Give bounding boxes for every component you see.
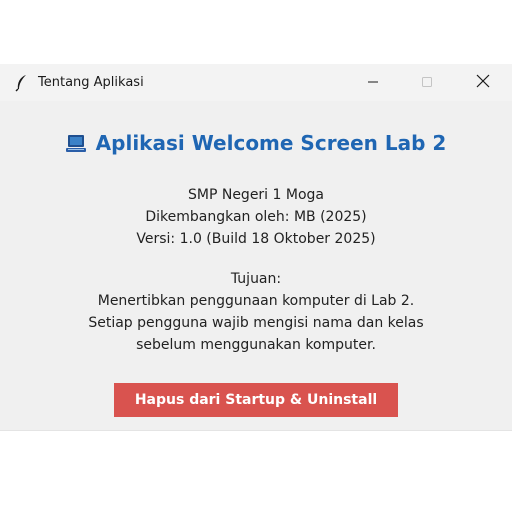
title-bar[interactable]: Tentang Aplikasi [0,64,512,101]
feather-icon [14,74,30,92]
purpose-line: Setiap pengguna wajib mengisi nama dan k… [88,315,424,331]
purpose-line: Menertibkan penggunaan komputer di Lab 2… [97,293,415,309]
minimize-button[interactable] [350,64,396,101]
school-name: SMP Negeri 1 Moga [187,187,324,203]
app-heading: Aplikasi Welcome Screen Lab 2 [0,128,512,158]
app-title: Aplikasi Welcome Screen Lab 2 [95,131,447,155]
version-text: Versi: 1.0 (Build 18 Oktober 2025) [136,231,376,247]
computer-icon [65,132,86,154]
close-icon [476,73,490,92]
minimize-icon [367,73,379,92]
purpose-section: Tujuan: Menertibkan penggunaan komputer … [0,268,512,356]
app-info: SMP Negeri 1 Moga Dikembangkan oleh: MB … [0,184,512,250]
uninstall-button[interactable]: Hapus dari Startup & Uninstall [114,383,398,417]
maximize-button[interactable] [404,64,450,101]
maximize-icon [421,73,433,92]
developer-text: Dikembangkan oleh: MB (2025) [145,209,367,225]
close-button[interactable] [460,64,506,101]
about-window: Tentang Aplikasi Aplikasi Welcome Screen… [0,64,512,431]
window-title: Tentang Aplikasi [38,75,144,90]
purpose-title: Tujuan: [230,271,282,287]
purpose-line: sebelum menggunakan komputer. [136,337,376,353]
